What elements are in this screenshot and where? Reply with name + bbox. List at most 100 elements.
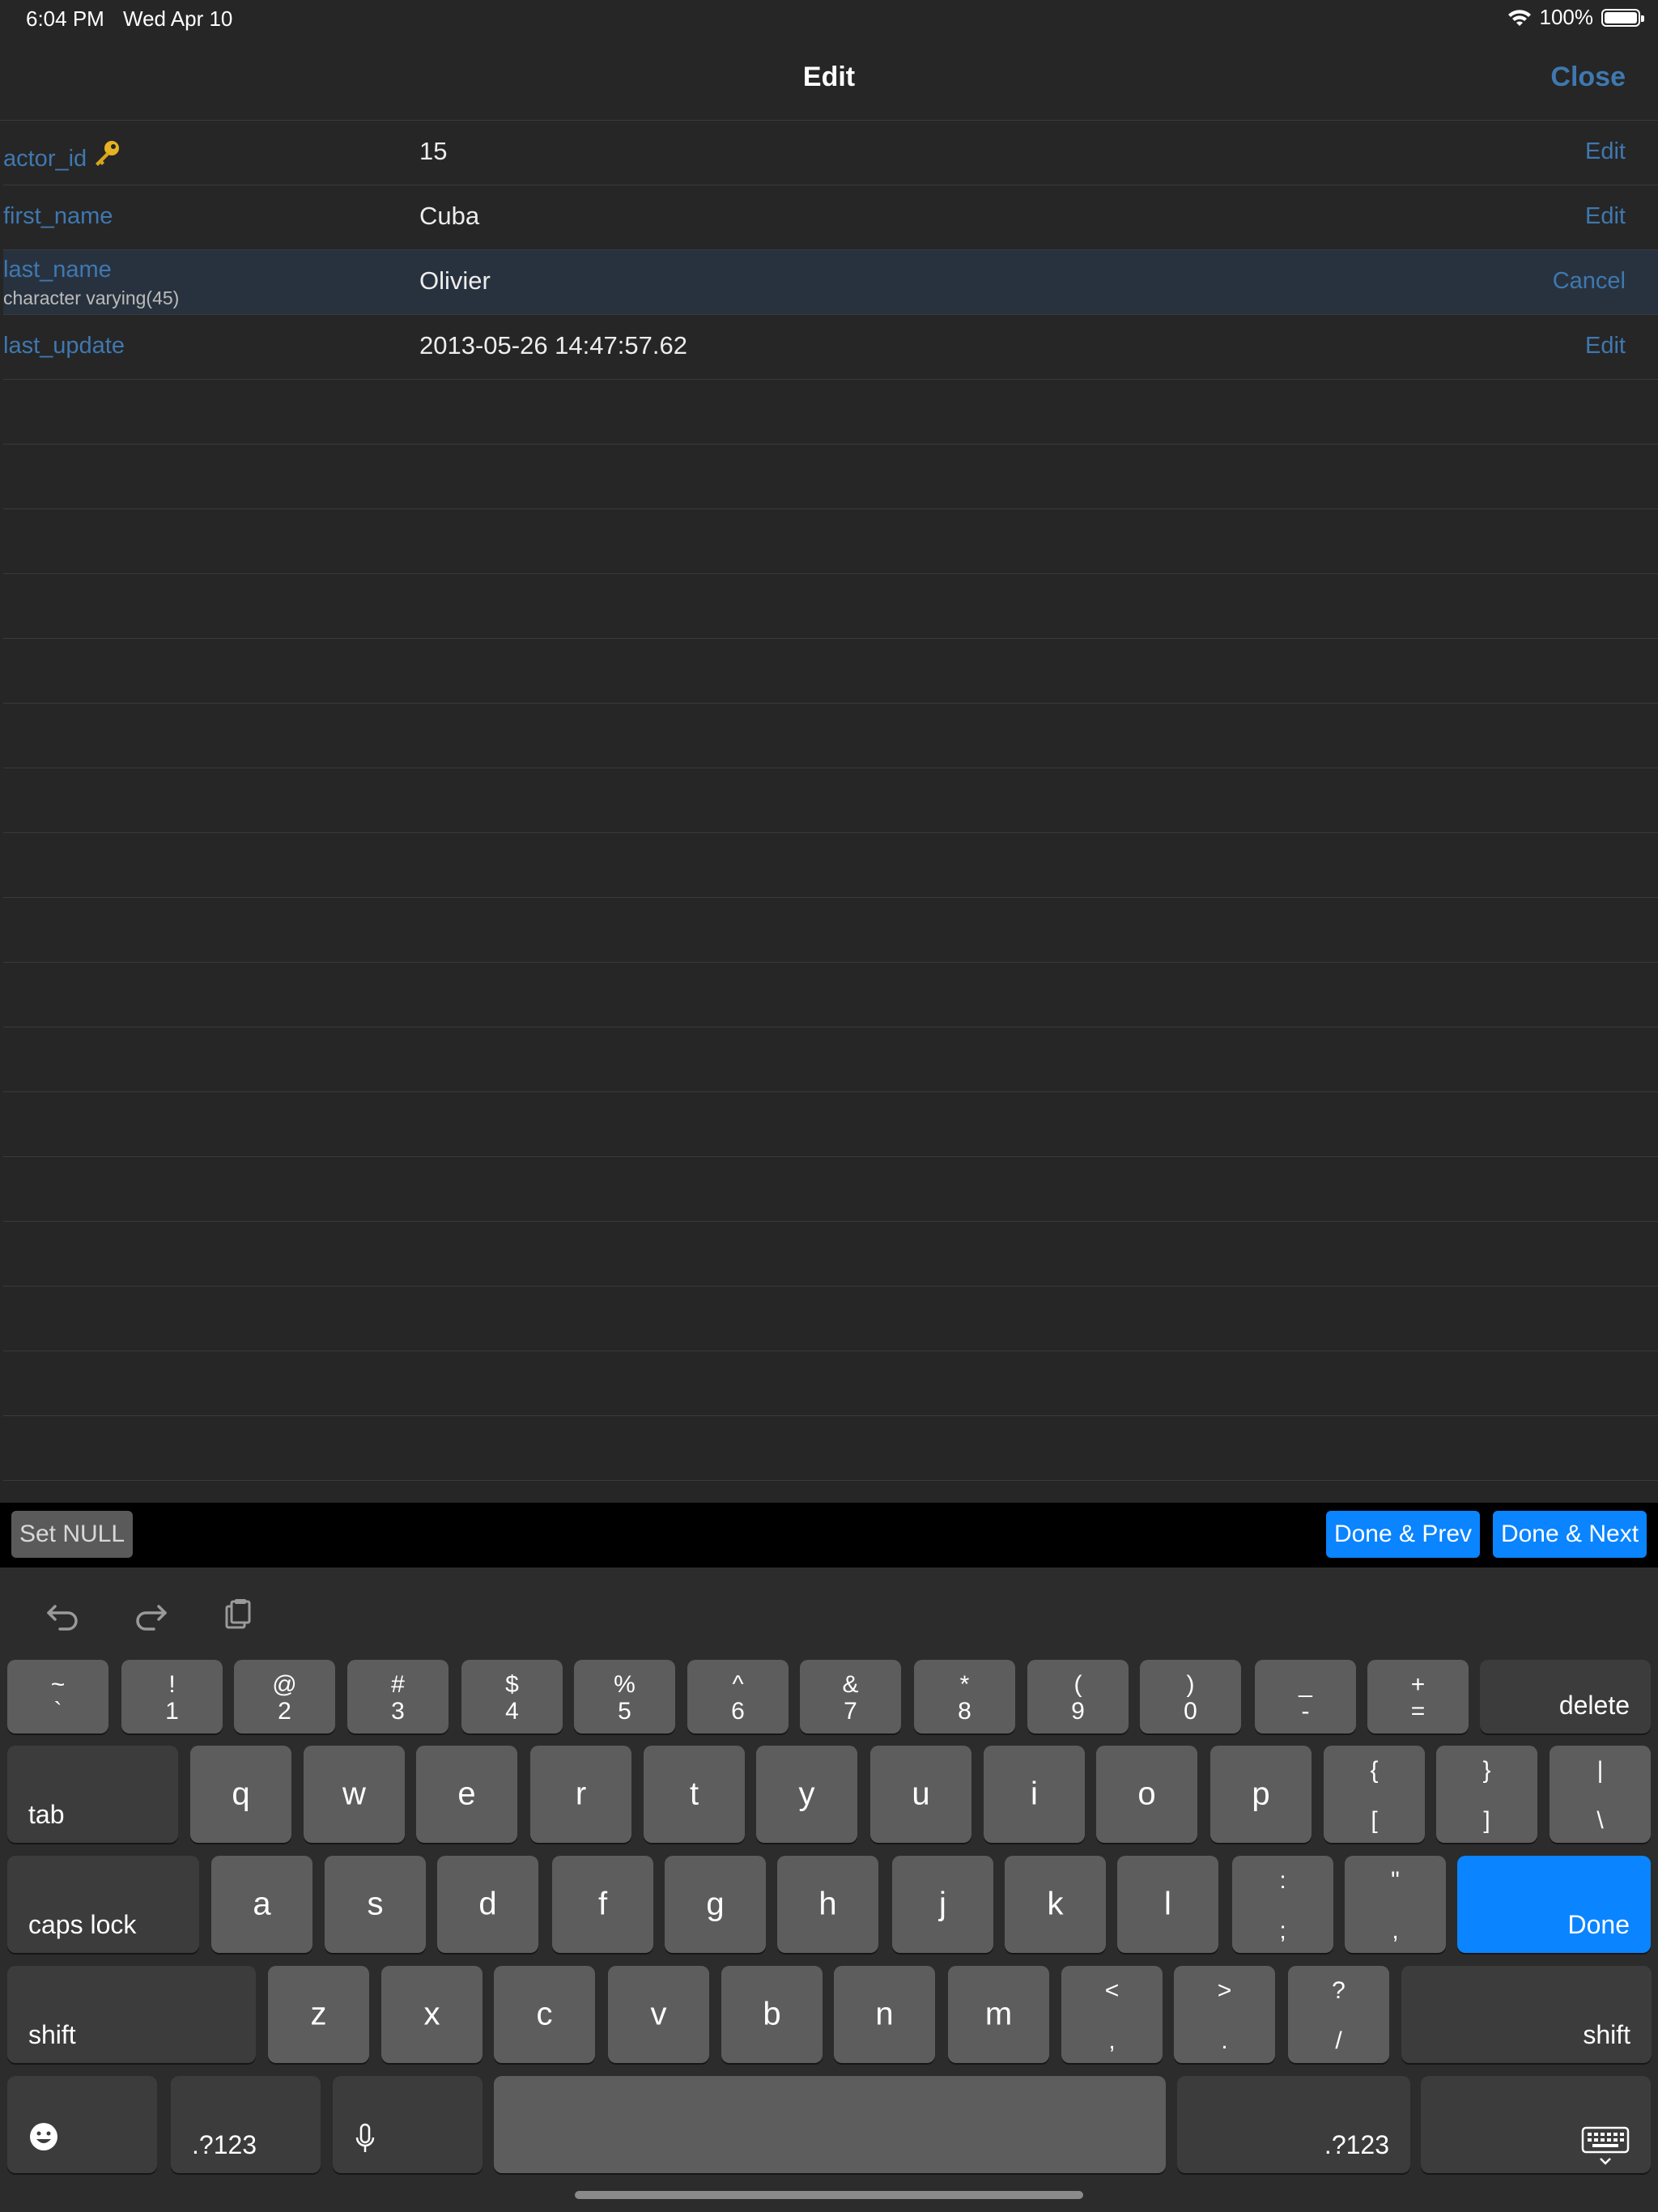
key-h[interactable]: h bbox=[777, 1856, 878, 1953]
key-label: * bbox=[959, 1671, 970, 1698]
key-b[interactable]: b bbox=[721, 1966, 823, 2063]
key-0[interactable]: ) 0 bbox=[1140, 1660, 1241, 1733]
key-g[interactable]: g bbox=[665, 1856, 766, 1953]
edit-button[interactable]: Edit bbox=[1585, 333, 1626, 359]
caps-lock-key[interactable]: caps lock bbox=[7, 1856, 199, 1953]
shift-right-key[interactable]: shift bbox=[1401, 1966, 1652, 2063]
key-6[interactable]: ^ 6 bbox=[687, 1660, 789, 1733]
key-c[interactable]: c bbox=[494, 1966, 595, 2063]
key-label: + bbox=[1410, 1671, 1426, 1698]
key-sym[interactable]: >. bbox=[1174, 1966, 1275, 2063]
numbers-key-left[interactable]: .?123 bbox=[171, 2076, 321, 2173]
edit-button[interactable]: Edit bbox=[1585, 203, 1626, 230]
key--[interactable]: _ - bbox=[1255, 1660, 1356, 1733]
key-label: r bbox=[575, 1776, 587, 1812]
key-label: & bbox=[842, 1671, 859, 1698]
key-label: \ bbox=[1596, 1807, 1604, 1834]
key-m[interactable]: m bbox=[948, 1966, 1049, 2063]
key-icon bbox=[91, 138, 122, 176]
cancel-button[interactable]: Cancel bbox=[1553, 268, 1626, 295]
empty-row bbox=[3, 1092, 1658, 1157]
key-w[interactable]: w bbox=[304, 1746, 405, 1843]
key-sym[interactable]: {[ bbox=[1324, 1746, 1425, 1843]
key-p[interactable]: p bbox=[1210, 1746, 1312, 1843]
key-8[interactable]: * 8 bbox=[914, 1660, 1015, 1733]
space-bar[interactable] bbox=[494, 2076, 1166, 2173]
key-label: 1 bbox=[165, 1698, 179, 1725]
redo-icon[interactable] bbox=[131, 1595, 170, 1634]
key-label: { bbox=[1370, 1757, 1379, 1784]
key-2[interactable]: @2 bbox=[234, 1660, 335, 1733]
status-right: 100% bbox=[1507, 5, 1644, 30]
key-sym[interactable]: | \ bbox=[1550, 1746, 1651, 1843]
key-9[interactable]: (9 bbox=[1027, 1660, 1129, 1733]
key-r[interactable]: r bbox=[530, 1746, 631, 1843]
dictation-key[interactable] bbox=[333, 2076, 483, 2173]
battery-percent: 100% bbox=[1539, 5, 1594, 29]
key-1[interactable]: ! 1 bbox=[121, 1660, 223, 1733]
key-sym[interactable]: ", bbox=[1345, 1856, 1446, 1953]
key-sym[interactable]: :; bbox=[1232, 1856, 1333, 1953]
field-row-last-name[interactable]: last_name character varying(45) Olivier … bbox=[3, 250, 1658, 315]
key-u[interactable]: u bbox=[870, 1746, 971, 1843]
field-value: Cuba bbox=[419, 202, 480, 230]
key-j[interactable]: j bbox=[892, 1856, 993, 1953]
key-f[interactable]: f bbox=[552, 1856, 653, 1953]
key-n[interactable]: n bbox=[834, 1966, 935, 2063]
key-4[interactable]: $4 bbox=[461, 1660, 563, 1733]
key-x[interactable]: x bbox=[381, 1966, 483, 2063]
key-=[interactable]: + = bbox=[1367, 1660, 1469, 1733]
key-3[interactable]: #3 bbox=[347, 1660, 449, 1733]
field-value: 2013-05-26 14:47:57.62 bbox=[419, 331, 687, 359]
shift-left-key[interactable]: shift bbox=[7, 1966, 256, 2063]
key-label: c bbox=[536, 1996, 553, 2032]
key-label: x bbox=[423, 1996, 440, 2032]
set-null-button[interactable]: Set NULL bbox=[11, 1511, 133, 1558]
key-label: e bbox=[457, 1776, 476, 1812]
numbers-key-right[interactable]: .?123 bbox=[1177, 2076, 1410, 2173]
key-sym[interactable]: }] bbox=[1436, 1746, 1537, 1843]
key-v[interactable]: v bbox=[608, 1966, 709, 2063]
key-d[interactable]: d bbox=[437, 1856, 538, 1953]
key-e[interactable]: e bbox=[416, 1746, 517, 1843]
field-value: 15 bbox=[419, 137, 448, 165]
close-button[interactable]: Close bbox=[1550, 62, 1626, 93]
key-label: w bbox=[342, 1776, 366, 1812]
key-y[interactable]: y bbox=[756, 1746, 857, 1843]
paste-icon[interactable] bbox=[219, 1595, 257, 1634]
key-k[interactable]: k bbox=[1005, 1856, 1106, 1953]
key-i[interactable]: i bbox=[984, 1746, 1085, 1843]
field-row-actor-id[interactable]: actor_id 15 Edit bbox=[3, 121, 1658, 185]
key-label: = bbox=[1410, 1698, 1426, 1725]
key-o[interactable]: o bbox=[1096, 1746, 1197, 1843]
key-label: 6 bbox=[731, 1698, 745, 1725]
key-7[interactable]: & 7 bbox=[800, 1660, 901, 1733]
key-label: b bbox=[763, 1996, 781, 2032]
key-z[interactable]: z bbox=[268, 1966, 369, 2063]
key-5[interactable]: % 5 bbox=[574, 1660, 675, 1733]
key-t[interactable]: t bbox=[644, 1746, 745, 1843]
undo-icon[interactable] bbox=[44, 1595, 83, 1634]
delete-key[interactable]: delete bbox=[1480, 1660, 1651, 1733]
dismiss-keyboard-key[interactable] bbox=[1421, 2076, 1651, 2173]
key-label: ! bbox=[168, 1671, 176, 1698]
status-date: Wed Apr 10 bbox=[123, 6, 233, 31]
key-`[interactable]: ~ ` bbox=[7, 1660, 108, 1733]
field-row-first-name[interactable]: first_name Cuba Edit bbox=[3, 185, 1658, 250]
key-q[interactable]: q bbox=[190, 1746, 291, 1843]
tab-key[interactable]: tab bbox=[7, 1746, 178, 1843]
field-value-input[interactable]: Olivier bbox=[419, 266, 491, 296]
done-prev-button[interactable]: Done & Prev bbox=[1326, 1511, 1480, 1558]
key-sym[interactable]: <, bbox=[1061, 1966, 1163, 2063]
emoji-key[interactable] bbox=[7, 2076, 157, 2173]
field-row-last-update[interactable]: last_update 2013-05-26 14:47:57.62 Edit bbox=[3, 315, 1658, 380]
key-label: shift bbox=[28, 2020, 76, 2049]
key-label: o bbox=[1137, 1776, 1156, 1812]
edit-button[interactable]: Edit bbox=[1585, 138, 1626, 165]
key-a[interactable]: a bbox=[211, 1856, 312, 1953]
key-sym[interactable]: ? / bbox=[1288, 1966, 1389, 2063]
key-l[interactable]: l bbox=[1117, 1856, 1218, 1953]
done-next-button[interactable]: Done & Next bbox=[1493, 1511, 1647, 1558]
done-key[interactable]: Done bbox=[1457, 1856, 1651, 1953]
key-s[interactable]: s bbox=[325, 1856, 426, 1953]
